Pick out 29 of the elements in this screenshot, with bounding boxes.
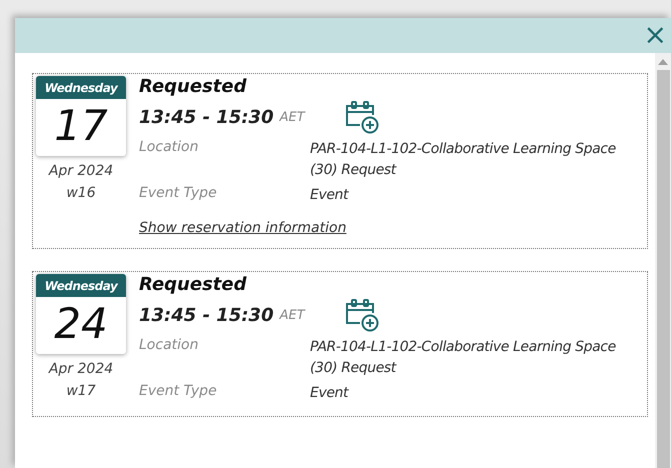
month-year: Apr 2024 [48, 163, 114, 179]
field-value: PAR-104-L1-102-Collaborative Learning Space (30) Request [310, 140, 617, 180]
status-title: Requested [139, 76, 248, 97]
close-button[interactable]: × [640, 20, 671, 50]
weekday-label: Wednesday [36, 76, 126, 99]
scrollbar[interactable] [655, 53, 671, 468]
week-number: w16 [66, 185, 96, 201]
calendar-add-icon[interactable] [344, 298, 380, 332]
status-title: Requested [139, 274, 248, 295]
calendar-add-icon[interactable] [344, 100, 380, 134]
field-label: Event Type [139, 383, 218, 401]
field-value: Event [310, 384, 348, 403]
field-label: Event Type [139, 185, 218, 203]
time-range: 13:45 - 15:30 [139, 106, 274, 128]
field-label: Location [139, 139, 200, 157]
time-range: 13:45 - 15:30 [139, 304, 274, 326]
field-value: PAR-104-L1-102-Collaborative Learning Space (30) Request [310, 338, 617, 378]
scroll-up-icon[interactable] [658, 59, 668, 65]
field-value: Event [310, 186, 348, 205]
show-info-link[interactable]: Show reservation information [139, 220, 346, 236]
scrollbar-thumb[interactable] [656, 70, 670, 468]
month-year: Apr 2024 [48, 361, 114, 377]
day-number: 24 [53, 298, 109, 350]
timezone: AET [280, 308, 306, 322]
week-number: w17 [66, 383, 96, 399]
field-label: Location [139, 337, 200, 355]
timezone: AET [280, 110, 306, 124]
weekday-label: Wednesday [36, 274, 126, 297]
day-number: 17 [53, 100, 109, 152]
